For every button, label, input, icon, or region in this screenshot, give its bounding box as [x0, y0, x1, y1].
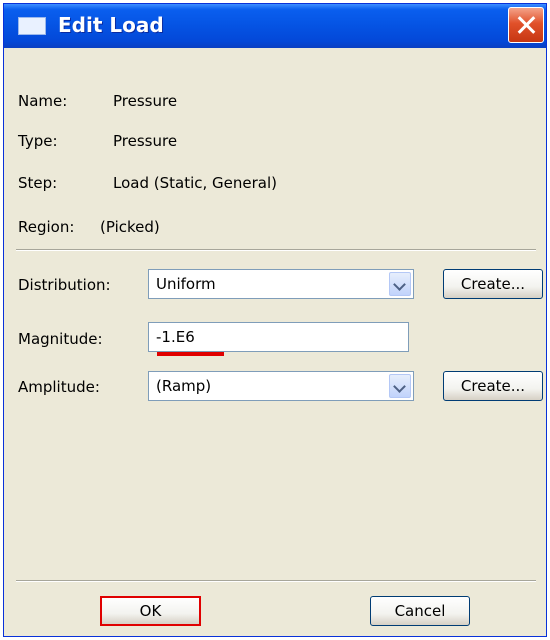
distribution-select[interactable]: Uniform	[148, 269, 414, 299]
type-value: Pressure	[113, 132, 178, 150]
region-value: (Picked)	[100, 218, 160, 236]
step-label: Step:	[18, 174, 58, 192]
dialog-title: Edit Load	[58, 13, 164, 37]
window-icon	[18, 17, 46, 35]
separator-top	[16, 249, 536, 251]
chevron-down-icon[interactable]	[389, 272, 411, 296]
type-label: Type:	[18, 132, 58, 150]
amplitude-value: (Ramp)	[156, 377, 212, 395]
name-value: Pressure	[113, 92, 178, 110]
name-label: Name:	[18, 92, 68, 110]
magnitude-value: -1.E6	[156, 328, 195, 346]
step-value: Load (Static, General)	[113, 174, 277, 192]
magnitude-label: Magnitude:	[18, 330, 103, 348]
amplitude-label: Amplitude:	[18, 378, 100, 396]
amplitude-select[interactable]: (Ramp)	[148, 371, 414, 401]
distribution-create-button[interactable]: Create...	[443, 269, 543, 299]
edit-load-dialog: Edit Load Name: Pressure Type: Pressure …	[3, 3, 547, 637]
magnitude-highlight-underline	[157, 352, 224, 356]
magnitude-field[interactable]: -1.E6	[148, 322, 409, 352]
chevron-down-icon[interactable]	[389, 374, 411, 398]
distribution-value: Uniform	[156, 275, 216, 293]
close-button[interactable]	[508, 7, 544, 43]
region-label: Region:	[18, 218, 75, 236]
title-bar[interactable]: Edit Load	[4, 4, 546, 48]
amplitude-create-button[interactable]: Create...	[443, 371, 543, 401]
cancel-button[interactable]: Cancel	[370, 596, 470, 626]
distribution-label: Distribution:	[18, 276, 111, 294]
separator-bottom	[16, 580, 536, 582]
ok-button[interactable]: OK	[100, 596, 201, 626]
